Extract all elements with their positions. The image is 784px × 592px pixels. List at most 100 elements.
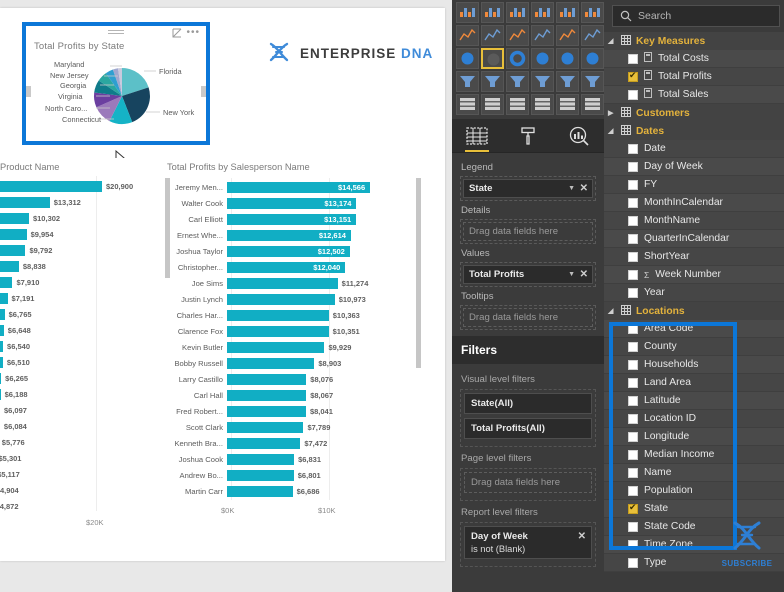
visual-type-python-visual[interactable] xyxy=(556,94,579,115)
bar[interactable] xyxy=(227,405,306,417)
visual-type-100-stacked-column-chart[interactable] xyxy=(581,2,604,23)
bar[interactable] xyxy=(0,340,4,352)
bar[interactable] xyxy=(227,373,307,385)
visual-type-more-visuals[interactable] xyxy=(581,94,604,115)
bar-row[interactable]: $7,910 xyxy=(0,274,158,290)
visual-type-gauge-chart[interactable] xyxy=(506,71,529,92)
bar-row[interactable]: $5,117 xyxy=(0,466,158,482)
bar-row[interactable]: $9,954 xyxy=(0,226,158,242)
visual-type-pie-chart[interactable] xyxy=(481,48,504,69)
bar[interactable] xyxy=(227,325,329,337)
field-checkbox[interactable] xyxy=(628,539,638,550)
bar-row[interactable]: $6,188 xyxy=(0,386,158,402)
field-item-total-costs[interactable]: Total Costs xyxy=(604,50,784,68)
bar-row[interactable]: $6,648 xyxy=(0,322,158,338)
field-item-fy[interactable]: FY xyxy=(604,176,784,194)
bar[interactable] xyxy=(227,485,293,497)
field-checkbox[interactable] xyxy=(628,377,638,388)
field-table-key-measures[interactable]: ◢ Key Measures xyxy=(604,32,784,50)
bar[interactable] xyxy=(227,293,335,305)
filter-dropzone[interactable]: State(All) Total Profits(All) xyxy=(460,389,596,447)
field-item-date[interactable]: Date xyxy=(604,140,784,158)
bar-row[interactable]: Carl Hall $8,067 xyxy=(163,387,423,403)
bar-row[interactable]: $9,792 xyxy=(0,242,158,258)
bar[interactable] xyxy=(227,277,338,289)
bar-row[interactable]: $10,302 xyxy=(0,210,158,226)
bar-row[interactable]: Clarence Fox $10,351 xyxy=(163,323,423,339)
field-checkbox[interactable] xyxy=(628,395,638,406)
field-checkbox[interactable] xyxy=(628,161,638,172)
bar[interactable] xyxy=(0,212,29,224)
bar-row[interactable]: $6,510 xyxy=(0,354,158,370)
filter-card[interactable]: State(All) xyxy=(464,393,592,414)
visual-type-matrix-visual[interactable] xyxy=(506,94,529,115)
bar-row[interactable]: Martin Carr $6,686 xyxy=(163,483,423,499)
bar[interactable] xyxy=(0,388,1,400)
field-checkbox[interactable] xyxy=(628,269,638,280)
field-item-total-sales[interactable]: Total Sales xyxy=(604,86,784,104)
chevron-down-icon[interactable]: ▼ xyxy=(568,185,575,192)
filter-dropzone[interactable]: Day of Week is not (Blank) ✕ xyxy=(460,522,596,567)
pie-chart-visual[interactable]: ••• Total Profits by State Maryland New … xyxy=(22,22,210,165)
field-checkbox[interactable] xyxy=(628,89,638,100)
field-checkbox[interactable] xyxy=(628,341,638,352)
field-checkbox[interactable] xyxy=(628,467,638,478)
visual-type-line-stacked-column-chart[interactable] xyxy=(531,25,554,46)
well-dropzone-legend[interactable]: State ▼ ✕ xyxy=(460,176,596,201)
well-field-legend[interactable]: State ▼ ✕ xyxy=(463,179,593,198)
bar-row[interactable]: Kevin Butler $9,929 xyxy=(163,339,423,355)
bar-row[interactable]: Carl Elliott $13,151 xyxy=(163,211,423,227)
field-checkbox[interactable] xyxy=(628,449,638,460)
visual-type-ribbon-chart[interactable] xyxy=(581,25,604,46)
visual-type-card-visual[interactable] xyxy=(531,71,554,92)
bar-row[interactable]: $5,776 xyxy=(0,434,158,450)
tab-fields[interactable] xyxy=(459,120,495,152)
visual-type-donut-chart[interactable] xyxy=(506,48,529,69)
field-item-county[interactable]: County xyxy=(604,338,784,356)
visual-type-100-stacked-bar-chart[interactable] xyxy=(556,2,579,23)
bar[interactable] xyxy=(227,453,295,465)
filter-card[interactable]: Total Profits(All) xyxy=(464,418,592,439)
well-dropzone-tooltips[interactable]: Drag data fields here xyxy=(460,305,596,330)
bar-row[interactable]: Fred Robert... $8,041 xyxy=(163,403,423,419)
field-checkbox[interactable] xyxy=(628,215,638,226)
visual-type-clustered-bar-chart[interactable] xyxy=(506,2,529,23)
visual-type-kpi-visual[interactable] xyxy=(581,71,604,92)
bar-row[interactable]: $6,265 xyxy=(0,370,158,386)
drag-handle-icon[interactable] xyxy=(108,30,124,35)
filter-card[interactable]: Drag data fields here xyxy=(464,472,592,493)
bar[interactable] xyxy=(0,180,102,192)
visual-type-scatter-chart[interactable] xyxy=(456,48,479,69)
remove-field-icon[interactable]: ✕ xyxy=(580,269,588,280)
remove-filter-icon[interactable]: ✕ xyxy=(578,531,586,542)
more-options-icon[interactable]: ••• xyxy=(186,28,200,38)
field-checkbox[interactable] xyxy=(628,323,638,334)
visual-type-gallery[interactable] xyxy=(452,0,604,119)
search-input[interactable]: Search xyxy=(612,5,780,27)
bar-row[interactable]: Walter Cook $13,174 xyxy=(163,195,423,211)
field-checkbox[interactable] xyxy=(628,53,638,64)
field-checkbox[interactable] xyxy=(628,251,638,262)
visual-type-clustered-column-chart[interactable] xyxy=(531,2,554,23)
filter-dropzone[interactable]: Drag data fields here xyxy=(460,468,596,501)
chevron-down-icon[interactable]: ◢ xyxy=(608,127,616,135)
salesperson-bar-chart-visual[interactable]: Total Profits by Salesperson Name Jeremy… xyxy=(163,158,423,538)
tab-format[interactable] xyxy=(510,120,546,152)
chevron-down-icon[interactable]: ◢ xyxy=(608,37,616,45)
field-checkbox[interactable] xyxy=(628,197,638,208)
bar-row[interactable]: $4,872 xyxy=(0,498,158,514)
well-dropzone-details[interactable]: Drag data fields here xyxy=(460,219,596,244)
bar-row[interactable]: $6,097 xyxy=(0,402,158,418)
bar[interactable] xyxy=(227,469,294,481)
visual-type-stacked-area-chart[interactable] xyxy=(506,25,529,46)
product-bar-chart-visual[interactable]: Product Name $20,900 $13,312 $10,302 $9,954… xyxy=(0,158,158,538)
visual-type-map-chart[interactable] xyxy=(556,48,579,69)
field-item-latitude[interactable]: Latitude xyxy=(604,392,784,410)
well-field-tooltips[interactable]: Drag data fields here xyxy=(463,308,593,327)
bar[interactable] xyxy=(227,309,329,321)
bar[interactable] xyxy=(0,260,19,272)
chevron-down-icon[interactable]: ◢ xyxy=(608,307,616,315)
field-item-name[interactable]: Name xyxy=(604,464,784,482)
field-item-households[interactable]: Households xyxy=(604,356,784,374)
bar-row[interactable]: Larry Castillo $8,076 xyxy=(163,371,423,387)
